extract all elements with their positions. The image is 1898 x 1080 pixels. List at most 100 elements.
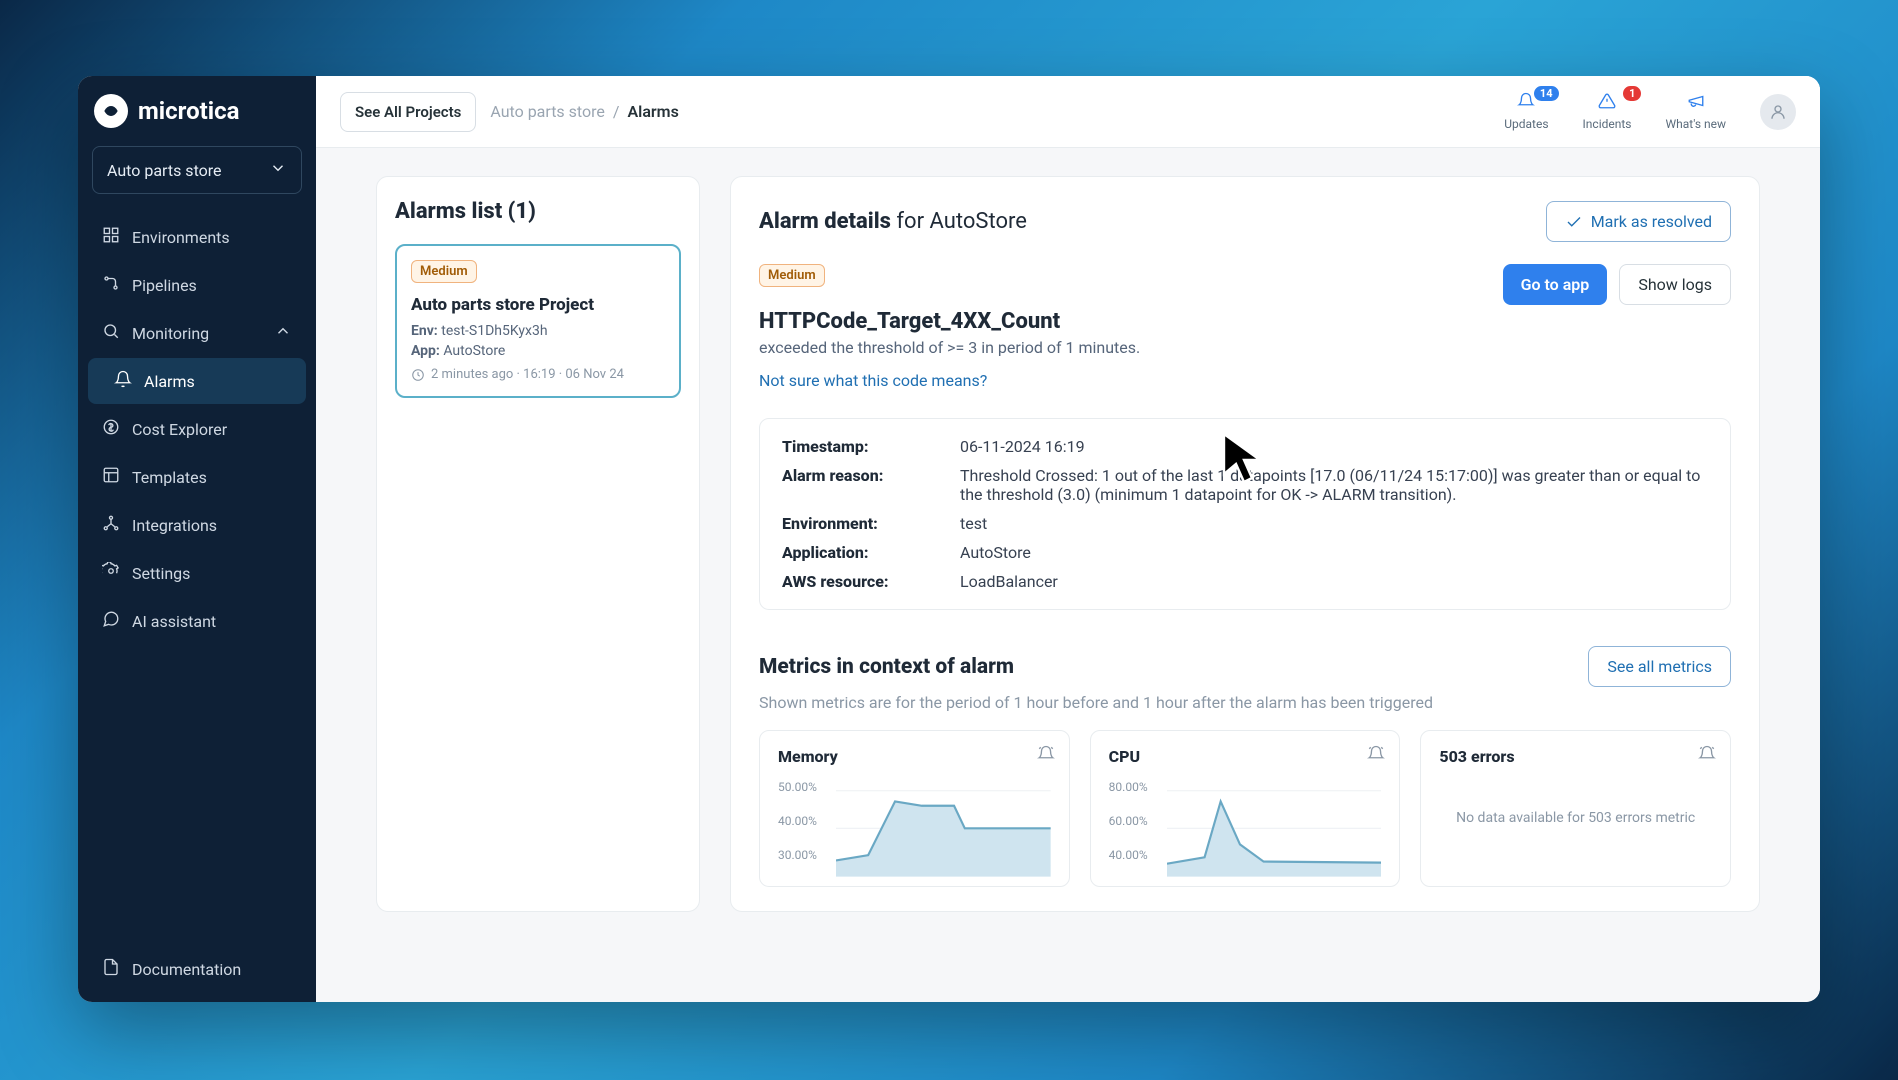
metric-card-503-errors: 503 errors No data available for 503 err… [1420, 730, 1731, 887]
sidebar-item-label: Alarms [144, 372, 195, 391]
see-all-projects-button[interactable]: See All Projects [340, 92, 476, 132]
alarm-item-env: Env: test-S1Dh5Kyx3h [411, 323, 665, 339]
kv-key: Timestamp: [782, 437, 942, 456]
alarm-details-title: Alarm details for AutoStore [759, 209, 1027, 234]
alarm-item-app: App: AutoStore [411, 343, 665, 359]
kv-key: Alarm reason: [782, 466, 942, 504]
breadcrumb-current: Alarms [627, 102, 678, 121]
kv-value: Threshold Crossed: 1 out of the last 1 d… [960, 466, 1708, 504]
mark-as-resolved-button[interactable]: Mark as resolved [1546, 201, 1731, 242]
grid-icon [102, 226, 120, 248]
whats-new-button[interactable]: What's new [1665, 92, 1726, 131]
sidebar-item-alarms[interactable]: Alarms [88, 358, 306, 404]
sidebar-item-label: Monitoring [132, 324, 209, 343]
alarm-item-time: 2 minutes ago · 16:19 · 06 Nov 24 [411, 367, 665, 382]
help-link[interactable]: Not sure what this code means? [759, 371, 987, 390]
metrics-subtitle: Shown metrics are for the period of 1 ho… [759, 693, 1731, 712]
bell-icon [114, 370, 132, 392]
warning-icon [1598, 92, 1616, 113]
metric-card-cpu: CPU 80.00% 60.00% 40.00% [1090, 730, 1401, 887]
document-icon [102, 958, 120, 980]
updates-button[interactable]: 14 Updates [1504, 92, 1548, 131]
show-logs-button[interactable]: Show logs [1619, 264, 1731, 305]
alarm-item-title: Auto parts store Project [411, 295, 665, 315]
project-select-label: Auto parts store [107, 161, 222, 180]
megaphone-icon [1687, 92, 1705, 113]
topbar: See All Projects Auto parts store / Alar… [316, 76, 1820, 148]
sidebar-item-integrations[interactable]: Integrations [88, 502, 306, 548]
cpu-chart [1167, 780, 1382, 877]
sidebar-item-settings[interactable]: Settings [88, 550, 306, 596]
sidebar-item-pipelines[interactable]: Pipelines [88, 262, 306, 308]
alarm-bell-icon[interactable] [1367, 745, 1385, 767]
sidebar-item-label: Environments [132, 228, 230, 247]
alarm-bell-icon[interactable] [1698, 745, 1716, 767]
kv-value: LoadBalancer [960, 572, 1708, 591]
sidebar-item-label: Settings [132, 564, 190, 583]
go-to-app-button[interactable]: Go to app [1503, 264, 1608, 305]
no-data-text: No data available for 503 errors metric [1439, 780, 1712, 826]
breadcrumb-sep: / [613, 102, 620, 121]
metric-title: 503 errors [1439, 747, 1712, 766]
kv-value: test [960, 514, 1708, 533]
integrations-icon [102, 514, 120, 536]
search-icon [102, 322, 120, 344]
kv-value: 06-11-2024 16:19 [960, 437, 1708, 456]
metric-card-memory: Memory 50.00% 40.00% 30.00% [759, 730, 1070, 887]
memory-chart [836, 780, 1051, 877]
severity-badge: Medium [759, 264, 825, 287]
sidebar-item-ai-assistant[interactable]: AI assistant [88, 598, 306, 644]
alarm-details-box: Timestamp: 06-11-2024 16:19 Alarm reason:… [759, 418, 1731, 610]
metric-title: CPU [1109, 747, 1382, 766]
kv-key: Application: [782, 543, 942, 562]
sidebar-item-label: Templates [132, 468, 207, 487]
updates-count: 14 [1534, 86, 1559, 101]
sidebar-item-label: Pipelines [132, 276, 197, 295]
sidebar-item-label: Cost Explorer [132, 420, 227, 439]
severity-badge: Medium [411, 260, 477, 283]
sidebar-item-monitoring[interactable]: Monitoring [88, 310, 306, 356]
sidebar-item-cost-explorer[interactable]: Cost Explorer [88, 406, 306, 452]
chat-icon [102, 610, 120, 632]
layout-icon [102, 466, 120, 488]
sidebar-nav: Environments Pipelines Monitoring Alarms… [88, 214, 306, 644]
dollar-icon [102, 418, 120, 440]
chevron-up-icon [274, 322, 292, 344]
avatar[interactable] [1760, 94, 1796, 130]
sidebar-item-label: AI assistant [132, 612, 216, 631]
whats-new-label: What's new [1665, 117, 1726, 131]
kv-key: Environment: [782, 514, 942, 533]
sidebar: microtica Auto parts store Environments … [78, 76, 316, 1002]
sidebar-item-label: Documentation [132, 960, 241, 979]
kv-value: AutoStore [960, 543, 1708, 562]
incidents-label: Incidents [1583, 117, 1632, 131]
alarms-list-title: Alarms list (1) [395, 199, 681, 224]
kv-key: AWS resource: [782, 572, 942, 591]
bell-icon [1517, 92, 1535, 113]
brand: microtica [88, 94, 306, 142]
brand-logo-icon [94, 94, 128, 128]
gear-icon [102, 562, 120, 584]
alarm-details-panel: Alarm details for AutoStore Mark as reso… [730, 176, 1760, 912]
incidents-button[interactable]: 1 Incidents [1583, 92, 1632, 131]
alarm-bell-icon[interactable] [1037, 745, 1055, 767]
breadcrumb: Auto parts store / Alarms [490, 102, 678, 121]
see-all-metrics-button[interactable]: See all metrics [1588, 646, 1731, 687]
pipeline-icon [102, 274, 120, 296]
updates-label: Updates [1504, 117, 1548, 131]
alarm-list-item[interactable]: Medium Auto parts store Project Env: tes… [395, 244, 681, 398]
sidebar-item-environments[interactable]: Environments [88, 214, 306, 260]
alarm-metric-desc: exceeded the threshold of >= 3 in period… [759, 338, 1140, 357]
alarm-metric-name: HTTPCode_Target_4XX_Count [759, 309, 1140, 334]
incidents-count: 1 [1623, 86, 1641, 101]
chevron-down-icon [269, 159, 287, 181]
sidebar-item-label: Integrations [132, 516, 217, 535]
brand-name: microtica [138, 97, 239, 125]
sidebar-item-templates[interactable]: Templates [88, 454, 306, 500]
metric-title: Memory [778, 747, 1051, 766]
alarms-list-panel: Alarms list (1) Medium Auto parts store … [376, 176, 700, 912]
sidebar-item-documentation[interactable]: Documentation [88, 946, 306, 992]
breadcrumb-parent[interactable]: Auto parts store [490, 102, 605, 121]
metrics-title: Metrics in context of alarm [759, 655, 1014, 679]
project-select[interactable]: Auto parts store [92, 146, 302, 194]
